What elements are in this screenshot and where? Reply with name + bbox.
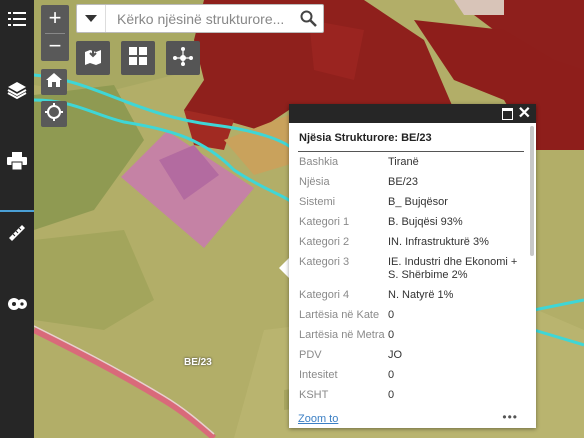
search-icon[interactable] <box>300 10 317 32</box>
attribute-row: Kategori 1 B. Bujqësi 93% <box>299 216 524 229</box>
attribute-value: 0 <box>388 329 395 341</box>
popup-scrollbar[interactable] <box>530 126 534 256</box>
popup-attributes: Bashkia Tiranë Njësia BE/23 Sistemi B_ Bujqës… <box>299 156 524 410</box>
share-icon <box>172 46 194 71</box>
zoom-in-button[interactable]: + <box>41 5 69 33</box>
popup-divider <box>298 151 524 152</box>
zoom-out-button[interactable]: − <box>41 33 69 61</box>
attribute-key: KSHT <box>299 389 329 401</box>
attribute-key: Njësia <box>299 176 330 188</box>
map-feature-label: BE/23 <box>184 357 212 368</box>
sidebar-separator <box>0 210 34 212</box>
attribute-row: Kategori 2 IN. Infrastrukturë 3% <box>299 236 524 249</box>
attribute-value: JO <box>388 349 403 361</box>
dropdown-icon <box>85 10 97 28</box>
measure-icon[interactable] <box>0 216 34 250</box>
attribute-row: PDV JO <box>299 349 524 362</box>
menu-icon[interactable] <box>0 2 34 36</box>
attribute-value: B. Bujqësi 93% <box>388 216 463 228</box>
film-icon[interactable] <box>0 287 34 321</box>
attribute-key: Kategori 4 <box>299 289 350 301</box>
attribute-key: Sistemi <box>299 196 336 208</box>
attribute-row: Sistemi B_ Bujqësor <box>299 196 524 209</box>
popup-title: Njësia Strukturore: BE/23 <box>299 132 432 144</box>
attribute-key: Kategori 1 <box>299 216 350 228</box>
popup-titlebar: ✕ <box>289 104 536 123</box>
attribute-row: Lartësia në Metra 0 <box>299 329 524 342</box>
basemap-icon <box>83 46 103 71</box>
attribute-row: KSHT 0 <box>299 389 524 402</box>
maximize-icon[interactable] <box>502 108 513 120</box>
attribute-row: Bashkia Tiranë <box>299 156 524 169</box>
more-options-icon[interactable]: ••• <box>502 410 518 424</box>
attribute-key: Lartësia në Metra <box>299 329 385 341</box>
print-icon[interactable] <box>0 144 34 178</box>
popup-pointer <box>279 258 289 278</box>
search-source-dropdown[interactable] <box>77 5 106 32</box>
attribute-key: PDV <box>299 349 322 361</box>
attribute-value: 0 <box>388 389 395 401</box>
attribute-value: IE. Industri dhe Ekonomi + S. Shërbime 2… <box>388 256 518 281</box>
grid-button[interactable] <box>121 41 155 75</box>
sidebar <box>0 0 34 438</box>
attribute-key: Kategori 2 <box>299 236 350 248</box>
attribute-value: Tiranë <box>388 156 419 168</box>
attribute-value: 0 <box>388 369 395 381</box>
zoom-divider <box>45 33 65 34</box>
locate-button[interactable] <box>41 101 67 127</box>
attribute-key: Bashkia <box>299 156 339 168</box>
share-button[interactable] <box>166 41 200 75</box>
attribute-value: IN. Infrastrukturë 3% <box>388 236 489 248</box>
grid-icon <box>128 46 148 71</box>
attribute-row: Intesitet 0 <box>299 369 524 382</box>
info-popup: ✕ Njësia Strukturore: BE/23 Bashkia Tiran… <box>289 104 536 428</box>
zoom-to-link[interactable]: Zoom to <box>298 413 338 425</box>
layers-icon[interactable] <box>0 73 34 107</box>
home-icon <box>46 72 62 92</box>
attribute-row: Lartësia në Kate 0 <box>299 309 524 322</box>
attribute-row: Njësia BE/23 <box>299 176 524 189</box>
attribute-value: BE/23 <box>388 176 418 188</box>
basemap-button[interactable] <box>76 41 110 75</box>
search-input[interactable]: Kërko njësinë strukturore... <box>117 11 284 27</box>
search-bar: Kërko njësinë strukturore... <box>76 4 324 33</box>
attribute-value: B_ Bujqësor <box>388 196 448 208</box>
attribute-key: Kategori 3 <box>299 256 350 268</box>
home-button[interactable] <box>41 69 67 95</box>
close-icon[interactable]: ✕ <box>518 104 531 123</box>
zoom-control: + − <box>41 5 69 61</box>
locate-icon <box>45 102 63 126</box>
attribute-row: Kategori 3 IE. Industri dhe Ekonomi + S. … <box>299 256 524 282</box>
attribute-key: Lartësia në Kate <box>299 309 380 321</box>
attribute-key: Intesitet <box>299 369 338 381</box>
attribute-value: 0 <box>388 309 395 321</box>
attribute-value: N. Natyrë 1% <box>388 289 454 301</box>
attribute-row: Kategori 4 N. Natyrë 1% <box>299 289 524 302</box>
